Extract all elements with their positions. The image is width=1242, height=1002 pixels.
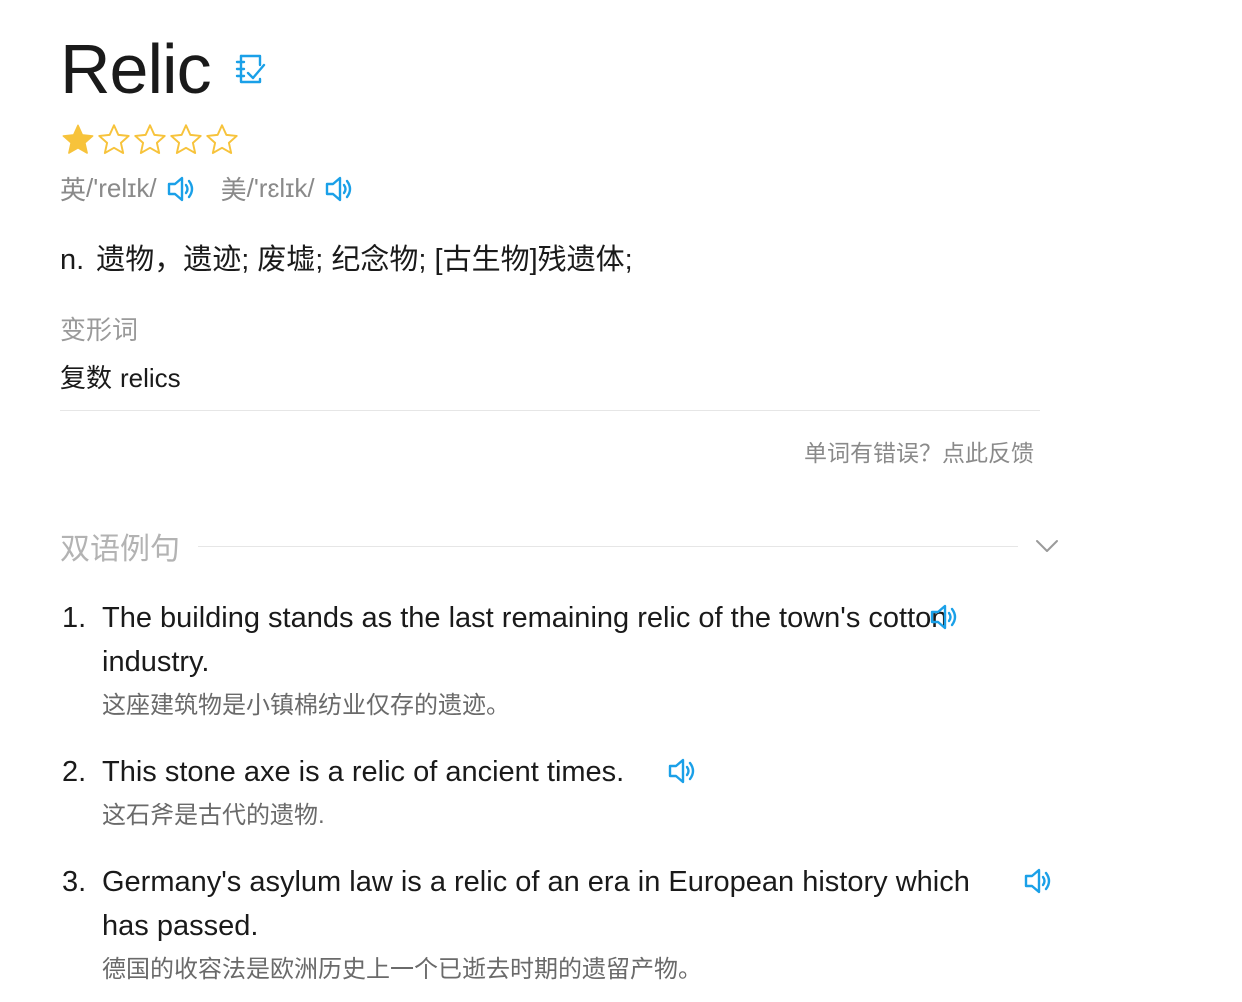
definition-text: 遗物，遗迹; 废墟; 纪念物; [古生物]残遗体; xyxy=(96,244,633,276)
example-english-text: The building stands as the last remainin… xyxy=(102,602,948,678)
example-english-text: Germany's asylum law is a relic of an er… xyxy=(102,866,970,942)
example-english: This stone axe is a relic of ancient tim… xyxy=(102,750,1002,794)
example-english: Germany's asylum law is a relic of an er… xyxy=(102,860,1002,948)
chevron-down-icon[interactable] xyxy=(1034,533,1060,559)
example-chinese: 德国的收容法是欧洲历史上一个已逝去时期的遗留产物。 xyxy=(102,956,702,983)
divider xyxy=(60,410,1040,411)
us-label: 美 xyxy=(220,175,247,205)
example-number: 2. xyxy=(62,756,87,788)
example-number: 1. xyxy=(62,602,87,634)
section-title: 双语例句 xyxy=(60,533,180,566)
example-english-text: This stone axe is a relic of ancient tim… xyxy=(102,756,625,788)
feedback-link[interactable]: 单词有错误？点此反馈 xyxy=(804,434,1034,468)
star-outline-icon xyxy=(168,122,204,158)
word-title: Relic xyxy=(60,30,212,108)
example-chinese: 这石斧是古代的遗物. xyxy=(102,802,325,829)
speaker-icon[interactable] xyxy=(1022,864,1056,898)
speaker-icon[interactable] xyxy=(666,754,700,788)
form-value: relics xyxy=(120,363,181,393)
star-outline-icon xyxy=(132,122,168,158)
add-to-wordbook-icon[interactable] xyxy=(233,52,267,86)
form-type: 复数 xyxy=(60,363,113,393)
speaker-icon[interactable] xyxy=(928,600,962,634)
us-phonetic: 美 /'rɛlɪk/ xyxy=(221,170,357,207)
phonetics: 英 /'relɪk/ 美 /'rɛlɪk/ xyxy=(60,170,379,207)
uk-phonetic: 英 /'relɪk/ xyxy=(60,170,199,207)
example-body: Germany's asylum law is a relic of an er… xyxy=(102,860,1002,990)
word-header: Relic xyxy=(60,24,267,114)
example-body: The building stands as the last remainin… xyxy=(102,596,1002,726)
star-outline-icon xyxy=(96,122,132,158)
definition: n. 遗物，遗迹; 废墟; 纪念物; [古生物]残遗体; xyxy=(60,236,633,278)
us-ipa: /'rɛlɪk/ xyxy=(246,173,315,203)
example-english: The building stands as the last remainin… xyxy=(102,596,1002,684)
uk-ipa: /'relɪk/ xyxy=(86,173,157,203)
example-body: This stone axe is a relic of ancient tim… xyxy=(102,750,1002,836)
example-chinese: 这座建筑物是小镇棉纺业仅存的遗迹。 xyxy=(102,692,510,719)
star-outline-icon xyxy=(204,122,240,158)
star-filled-icon xyxy=(60,122,96,158)
uk-label: 英 xyxy=(60,175,87,205)
section-divider xyxy=(198,545,1018,547)
part-of-speech: n. xyxy=(60,244,85,276)
examples-section-header[interactable]: 双语例句 xyxy=(60,526,1060,566)
speaker-icon[interactable] xyxy=(165,172,199,206)
frequency-rating xyxy=(60,122,240,158)
speaker-icon[interactable] xyxy=(323,172,357,206)
example-number: 3. xyxy=(62,866,87,898)
word-forms-label: 变形词 xyxy=(60,315,139,345)
word-forms: 复数 relics xyxy=(60,358,181,395)
